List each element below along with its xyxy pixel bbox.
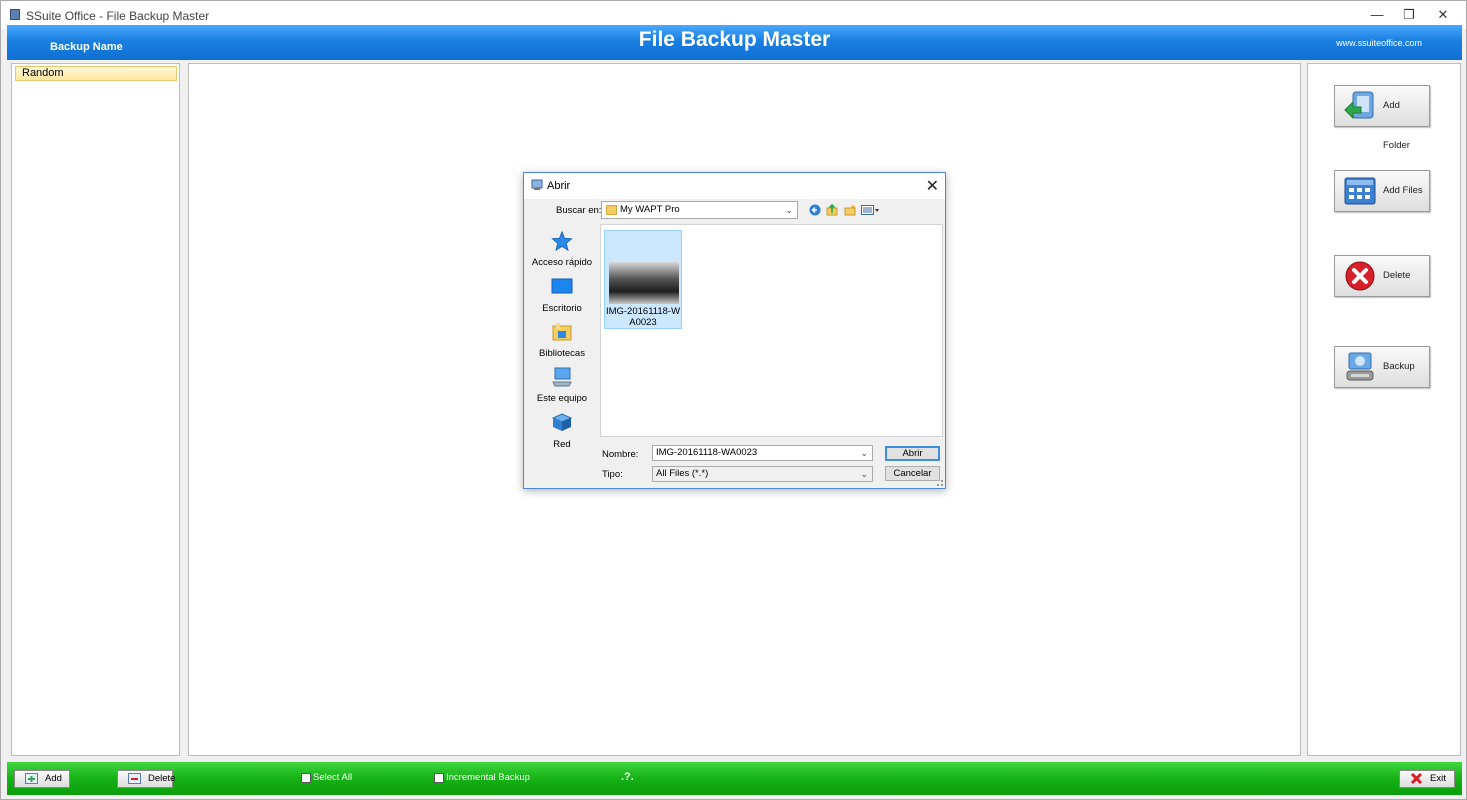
place-network[interactable]: Red <box>527 413 597 450</box>
chevron-down-icon: ⌄ <box>860 448 868 458</box>
new-folder-icon[interactable] <box>844 204 856 216</box>
desktop-icon <box>551 278 573 294</box>
footer-bar: Add Delete Select All Incremental Backup… <box>7 762 1462 795</box>
app-header: Backup Name File Backup Master www.ssuit… <box>7 25 1462 60</box>
network-icon <box>551 413 573 431</box>
select-all-checkbox[interactable] <box>301 773 311 783</box>
exit-label: Exit <box>1430 773 1446 784</box>
place-desktop[interactable]: Escritorio <box>527 277 597 314</box>
back-icon[interactable] <box>809 204 821 216</box>
chevron-down-icon: ⌄ <box>860 469 868 479</box>
window-title: SSuite Office - File Backup Master <box>26 9 210 23</box>
add-folder-button[interactable]: Add Folder <box>1334 85 1430 151</box>
delete-label: Delete <box>1383 270 1411 281</box>
filename-label: Nombre: <box>602 449 639 460</box>
place-quick-access[interactable]: Acceso rápido <box>527 230 597 268</box>
app-icon <box>10 9 20 20</box>
help-link[interactable]: .?. <box>621 771 634 783</box>
delete-backup-button[interactable]: Delete <box>117 770 176 788</box>
delete-small-icon <box>128 773 141 784</box>
app-title: File Backup Master <box>638 28 831 51</box>
resize-grip[interactable] <box>937 480 943 486</box>
delete-backup-label: Delete <box>148 773 176 784</box>
filetype-value: All Files (*.*) <box>656 468 709 479</box>
add-files-button[interactable]: Add Files <box>1334 170 1430 212</box>
dialog-title-bar: Abrir ✕ <box>524 173 945 199</box>
delete-icon <box>1345 261 1375 291</box>
exit-icon <box>1410 773 1423 784</box>
place-label: Este equipo <box>536 393 588 404</box>
cancel-button[interactable]: Cancelar <box>885 466 940 481</box>
chevron-down-icon: ⌄ <box>785 205 793 215</box>
file-name: IMG-20161118-WA0023 <box>605 306 681 328</box>
place-libraries[interactable]: Bibliotecas <box>527 322 597 359</box>
backup-icon <box>1346 352 1374 381</box>
exit-button[interactable]: Exit <box>1399 770 1455 788</box>
add-label: Add <box>45 773 62 784</box>
place-this-pc[interactable]: Este equipo <box>527 367 597 404</box>
app-window: SSuite Office - File Backup Master — ❐ ✕… <box>0 0 1467 800</box>
look-in-dropdown[interactable]: My WAPT Pro ⌄ <box>601 201 798 219</box>
computer-icon <box>552 367 572 387</box>
website-link[interactable]: www.ssuiteoffice.com <box>1336 38 1422 48</box>
folder-icon <box>606 205 617 215</box>
add-files-icon <box>1344 177 1376 205</box>
file-browser-list[interactable]: IMG-20161118-WA0023 <box>600 224 943 437</box>
place-label: Red <box>553 439 571 450</box>
delete-button[interactable]: Delete <box>1334 255 1430 297</box>
incremental-backup-label: Incremental Backup <box>446 772 530 783</box>
file-item[interactable]: IMG-20161118-WA0023 <box>604 230 682 329</box>
backup-list[interactable]: Random <box>11 63 180 756</box>
dialog-title: Abrir <box>547 180 571 192</box>
incremental-backup-checkbox[interactable] <box>434 773 444 783</box>
star-icon <box>551 230 573 252</box>
add-folder-icon <box>1344 91 1374 120</box>
filename-input[interactable]: IMG-20161118-WA0023 ⌄ <box>652 445 873 461</box>
list-item[interactable]: Random <box>15 66 177 81</box>
libraries-icon <box>552 323 572 341</box>
filetype-select[interactable]: All Files (*.*) ⌄ <box>652 466 873 482</box>
dialog-close-button[interactable]: ✕ <box>926 176 939 196</box>
place-label: Bibliotecas <box>539 348 585 359</box>
places-bar: Acceso rápido Escritorio Bibliotecas Est… <box>527 224 597 486</box>
backup-button[interactable]: Backup <box>1334 346 1430 388</box>
view-menu-icon[interactable] <box>861 204 881 216</box>
place-label: Acceso rápido <box>531 257 593 268</box>
filetype-label: Tipo: <box>602 469 623 480</box>
up-folder-icon[interactable] <box>826 204 838 216</box>
look-in-value: My WAPT Pro <box>620 204 680 215</box>
add-folder-label: Add Folder <box>1383 100 1410 151</box>
add-files-label: Add Files <box>1383 185 1423 196</box>
add-button[interactable]: Add <box>14 770 70 788</box>
backup-label: Backup <box>1383 361 1415 372</box>
place-label: Escritorio <box>542 303 582 314</box>
open-button[interactable]: Abrir <box>885 446 940 461</box>
filename-value: IMG-20161118-WA0023 <box>656 447 758 458</box>
dialog-app-icon <box>531 179 543 190</box>
look-in-label: Buscar en: <box>556 205 602 216</box>
open-file-dialog: Abrir ✕ Buscar en: My WAPT Pro ⌄ Acceso … <box>523 172 946 489</box>
select-all-label: Select All <box>313 772 353 783</box>
add-icon <box>25 773 38 784</box>
image-thumbnail <box>609 262 679 304</box>
action-panel: Add Folder Add Files Delete Backup <box>1307 63 1461 756</box>
